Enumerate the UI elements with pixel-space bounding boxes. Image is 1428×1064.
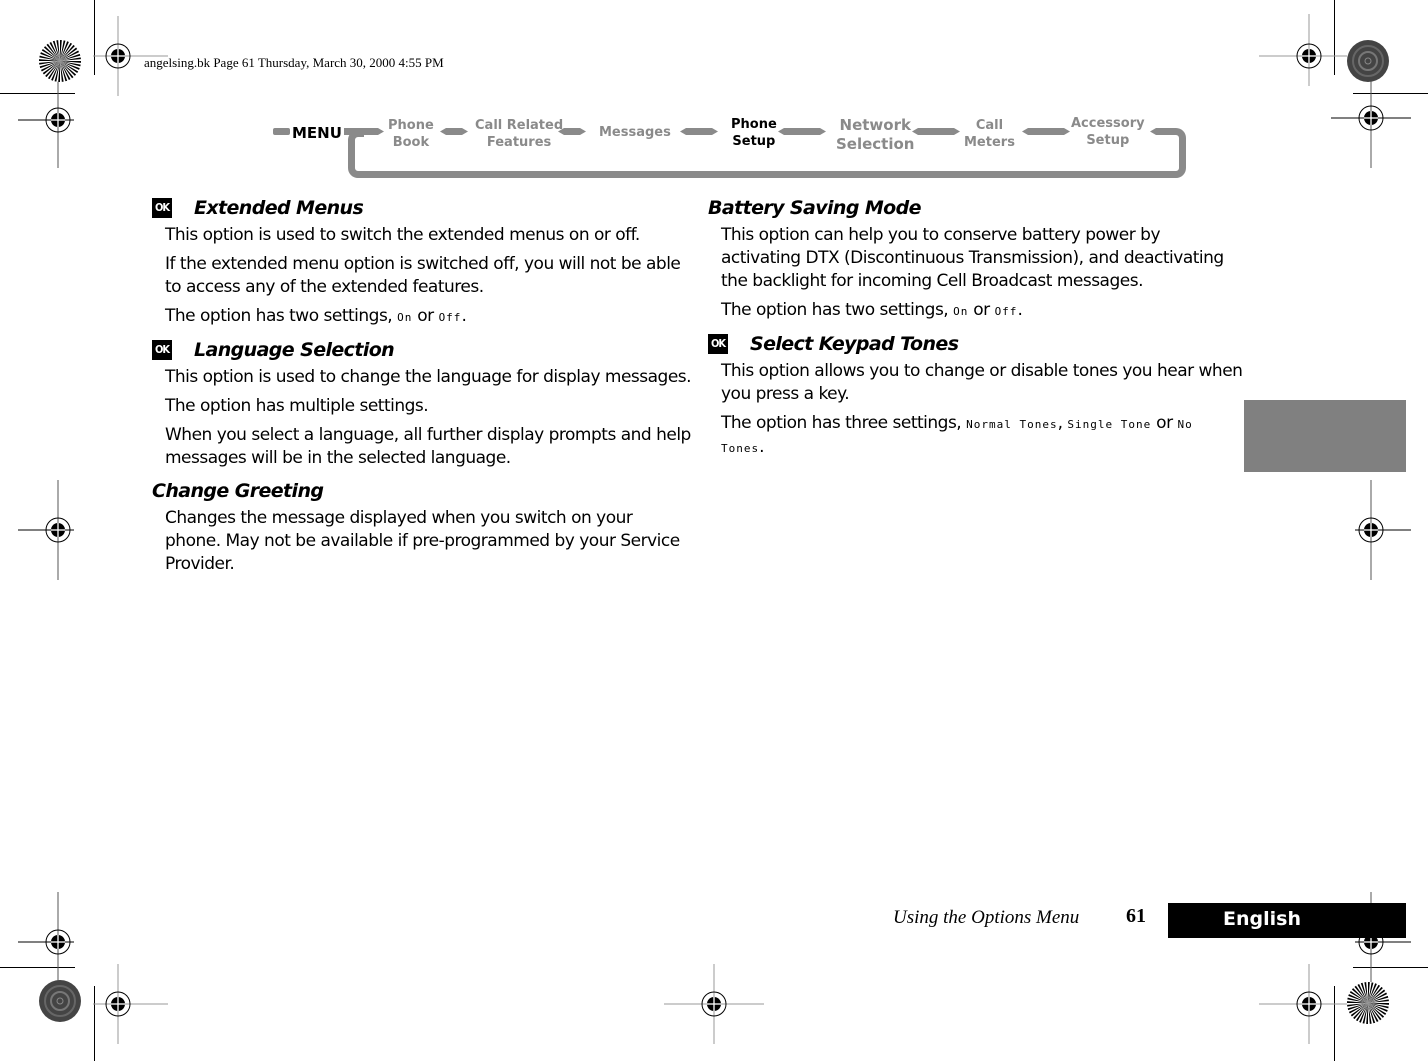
menu-item-network-selection[interactable]: Network Selection — [836, 116, 914, 154]
density-circle-mark — [1346, 39, 1390, 83]
paragraph: This option allows you to change or disa… — [721, 361, 1243, 404]
section-title: Select Keypad Tones — [750, 333, 959, 355]
paragraph: This option is used to switch the extend… — [165, 225, 640, 245]
paragraph: If the extended menu option is switched … — [165, 254, 681, 297]
footer-chapter-title: Using the Options Menu — [893, 907, 1080, 928]
ok-key-icon: OK — [152, 198, 172, 218]
menu-item-call-related-features[interactable]: Call Related Features — [475, 117, 563, 151]
language-tab-label: English — [1223, 908, 1301, 930]
menu-navigation-strip: MENU Phone Book Call Related Features Mess… — [270, 110, 1200, 185]
section-title: Language Selection — [194, 339, 395, 361]
ok-key-icon: OK — [152, 340, 172, 360]
paragraph: The option has two settings, On or Off. — [165, 306, 467, 326]
menu-item-phone-book[interactable]: Phone Book — [388, 117, 434, 151]
paragraph: The option has three settings, Normal To… — [721, 413, 1193, 457]
paragraph: This option is used to change the langua… — [165, 367, 692, 387]
section-extended-menus: OK Extended Menus This option is used to… — [152, 195, 692, 329]
paragraph: The option has two settings, On or Off. — [721, 300, 1023, 320]
starburst-mark — [38, 39, 82, 83]
setting-option-on: On — [397, 311, 413, 324]
registration-mark — [0, 470, 118, 590]
menu-item-messages[interactable]: Messages — [599, 124, 671, 141]
setting-option-on: On — [953, 305, 969, 318]
section-battery-saving-mode: Battery Saving Mode This option can help… — [708, 195, 1243, 323]
paragraph: Changes the message displayed when you s… — [165, 508, 680, 574]
paragraph: The option has multiple settings. — [165, 396, 429, 416]
menu-item-phone-setup[interactable]: Phone Setup — [731, 116, 777, 150]
registration-mark — [654, 944, 774, 1064]
menu-item-call-meters[interactable]: Call Meters — [964, 117, 1015, 151]
ok-key-icon: OK — [708, 334, 728, 354]
starburst-mark — [1346, 981, 1390, 1025]
page-number: 61 — [1126, 905, 1146, 927]
chapter-thumb-tab — [1244, 400, 1406, 472]
section-title: Extended Menus — [194, 197, 364, 219]
section-language-selection: OK Language Selection This option is use… — [152, 337, 692, 470]
left-column: OK Extended Menus This option is used to… — [152, 195, 692, 584]
section-select-keypad-tones: OK Select Keypad Tones This option allow… — [708, 331, 1243, 460]
section-title: Battery Saving Mode — [708, 197, 922, 219]
paragraph: When you select a language, all further … — [165, 425, 691, 468]
paragraph: This option can help you to conserve bat… — [721, 225, 1224, 291]
setting-option-off: Off — [438, 311, 462, 324]
setting-option-single-tone: Single Tone — [1067, 418, 1152, 431]
density-circle-mark — [38, 979, 82, 1023]
registration-mark — [1311, 470, 1428, 590]
setting-option-off: Off — [994, 305, 1018, 318]
setting-option-normal-tones: Normal Tones — [966, 418, 1058, 431]
menu-item-accessory-setup[interactable]: Accessory Setup — [1071, 115, 1145, 149]
print-stamp: angelsing.bk Page 61 Thursday, March 30,… — [144, 55, 444, 70]
section-change-greeting: Change Greeting Changes the message disp… — [152, 478, 692, 576]
language-tab: English — [1168, 903, 1406, 938]
menu-root-label[interactable]: MENU — [292, 124, 342, 142]
right-column: Battery Saving Mode This option can help… — [708, 195, 1243, 468]
section-title: Change Greeting — [152, 480, 324, 502]
